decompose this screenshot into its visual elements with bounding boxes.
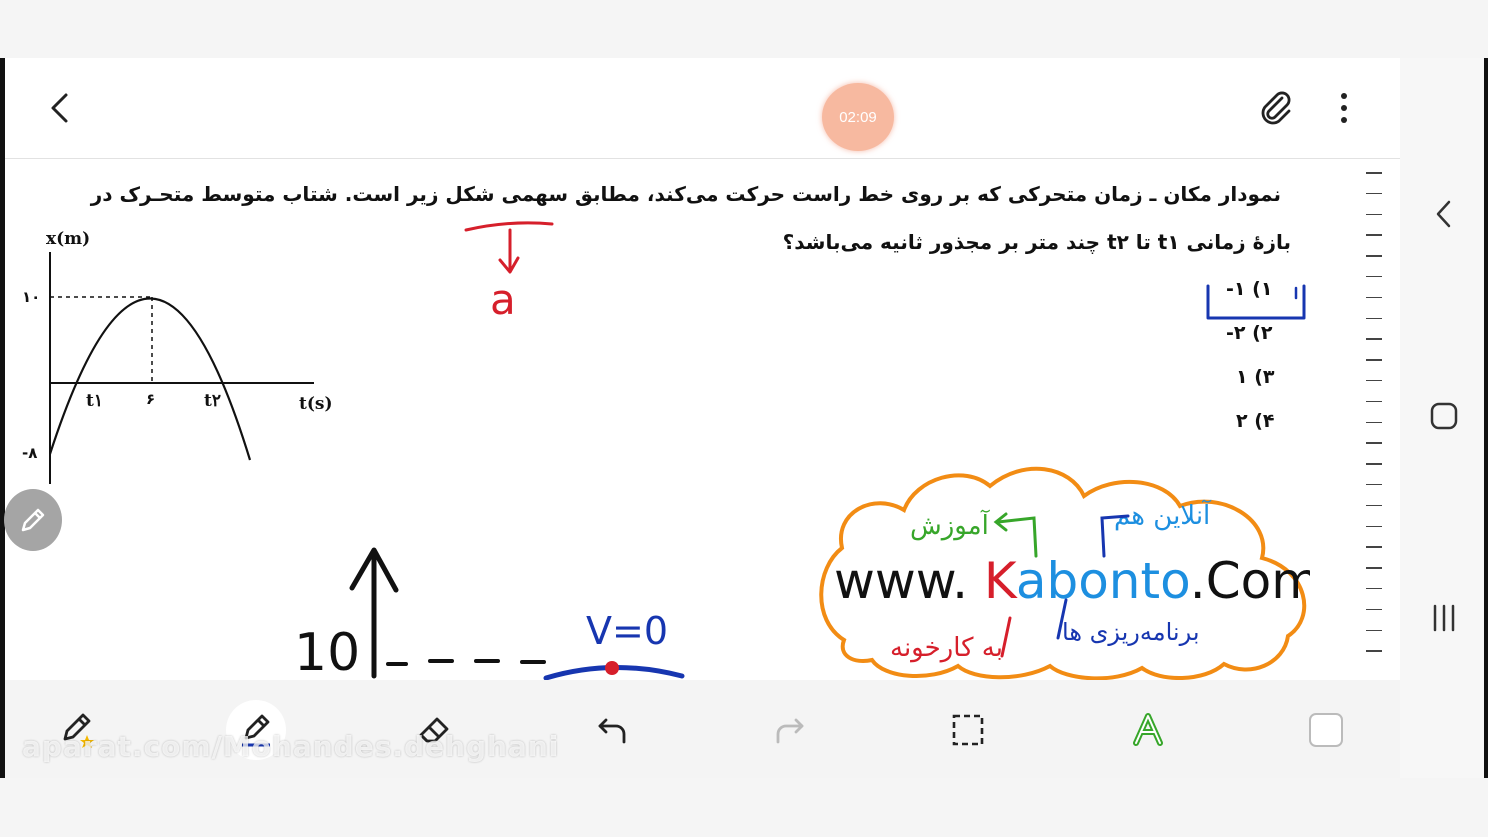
paperclip-icon bbox=[1261, 91, 1291, 125]
sketch-vertex-dot bbox=[605, 661, 619, 675]
logo-url: www. Kabonto.Com bbox=[834, 552, 1310, 610]
logo-url-com: .Com bbox=[1190, 552, 1310, 610]
logo-url-www: www. bbox=[834, 552, 984, 610]
nav-home-button[interactable] bbox=[1424, 396, 1464, 436]
red-annotation: a bbox=[464, 221, 554, 322]
nav-recents-button[interactable] bbox=[1424, 598, 1464, 638]
color-swatch-tool[interactable] bbox=[1302, 706, 1350, 754]
option-4: ۴) ۲ bbox=[1236, 410, 1275, 432]
y-axis-label: x(m) bbox=[46, 229, 90, 249]
more-options-button[interactable] bbox=[1330, 88, 1358, 128]
acceleration-letter: a bbox=[490, 275, 516, 322]
lasso-select-tool[interactable] bbox=[944, 706, 992, 754]
x-tick-t1: t۱ bbox=[86, 391, 103, 411]
sketch-dash bbox=[386, 659, 546, 666]
parabola-curve bbox=[48, 297, 252, 461]
text-style-tool[interactable] bbox=[1124, 706, 1172, 754]
redo-button[interactable] bbox=[766, 706, 814, 754]
redo-icon bbox=[776, 718, 804, 744]
question-line-2: بازهٔ زمانی t۱ تا t۲ چند متر بر مجذور ثا… bbox=[782, 230, 1291, 254]
back-button[interactable] bbox=[40, 88, 80, 128]
logo-text-karkhoone: به کارخونه bbox=[890, 633, 1003, 663]
attach-button[interactable] bbox=[1254, 86, 1298, 130]
home-nav-icon bbox=[1430, 402, 1458, 430]
x-tick-t2: t۲ bbox=[204, 391, 221, 411]
lasso-select-icon bbox=[952, 714, 984, 746]
x-axis-label: t(s) bbox=[299, 394, 333, 414]
floating-pen-button[interactable] bbox=[4, 489, 62, 551]
page-scroll-ruler[interactable] bbox=[1366, 172, 1386, 671]
aparat-watermark: aparat.com/Mohandes.dehghani bbox=[22, 730, 560, 763]
sketch-label-10: 10 bbox=[294, 623, 360, 680]
logo-text-amoozesh: آموزش bbox=[910, 509, 991, 541]
bottom-letterbox bbox=[0, 778, 1488, 837]
answer-bracket bbox=[1206, 284, 1306, 320]
question-line-1: نمودار مکان ـ زمان متحرکی که بر روی خط ر… bbox=[90, 182, 1281, 206]
right-border bbox=[1484, 58, 1488, 778]
pencil-icon bbox=[21, 508, 45, 532]
more-vertical-icon bbox=[1341, 93, 1347, 123]
undo-icon bbox=[598, 718, 626, 744]
recording-timer: 02:09 bbox=[822, 83, 894, 151]
x-tick-6: ۶ bbox=[146, 390, 155, 408]
handwritten-sketch: 10 V=0 bbox=[294, 547, 685, 680]
back-nav-icon bbox=[1436, 200, 1451, 228]
y-tick-10: ۱۰ bbox=[22, 288, 40, 306]
kabonto-logo: آموزش آنلاین هم www. Kabonto.Com به کارخ… bbox=[819, 466, 1310, 680]
color-swatch-icon bbox=[1309, 713, 1343, 747]
recents-nav-icon bbox=[1433, 604, 1455, 632]
text-style-icon bbox=[1133, 713, 1163, 746]
nav-back-button[interactable] bbox=[1424, 194, 1464, 234]
chevron-left-icon bbox=[51, 93, 68, 123]
option-3: ۳) ۱ bbox=[1236, 366, 1275, 388]
undo-button[interactable] bbox=[588, 706, 636, 754]
logo-text-barnameh: برنامه‌ریزی ها bbox=[1062, 618, 1200, 646]
logo-url-abonto: abonto bbox=[1016, 552, 1190, 610]
position-time-graph: x(m) t(s) ۱۰ -۸ t۱ ۶ t۲ bbox=[22, 229, 333, 484]
y-tick-minus8: -۸ bbox=[22, 444, 37, 462]
app-bar bbox=[5, 58, 1400, 159]
drawing-toolbar bbox=[5, 680, 1400, 778]
top-letterbox bbox=[0, 0, 1488, 58]
logo-url-k: K bbox=[984, 552, 1018, 610]
sketch-velocity-zero: V=0 bbox=[586, 609, 668, 653]
